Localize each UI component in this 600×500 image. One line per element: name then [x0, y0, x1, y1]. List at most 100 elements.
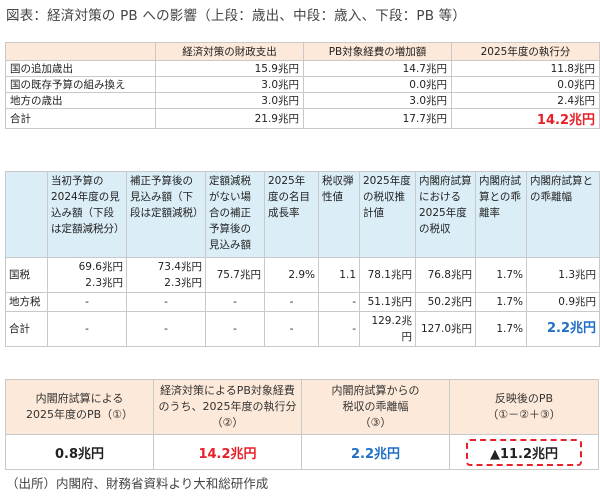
- header-cell: 内閣府試算との乖離幅: [526, 171, 600, 258]
- value-cell: -: [264, 311, 319, 347]
- header-line: のうち、2025年度の執行分: [158, 400, 297, 413]
- table-header-row: 内閣府試算による 2025年度のPB（①） 経済対策によるPB対象経費 のうち、…: [5, 379, 599, 435]
- header-cell: 当初予算の2024年度の見込み額（下段は定額減税分）: [47, 171, 127, 258]
- adjusted-pb-value: ▲11.2兆円: [465, 438, 583, 466]
- value-cell: 3.0兆円: [155, 92, 304, 109]
- row-label: 合計: [5, 311, 48, 347]
- row-label: 国の追加歳出: [5, 60, 156, 77]
- row-label: 地方税: [5, 292, 48, 312]
- header-cell: 反映後のPB （①－②＋③）: [449, 379, 599, 435]
- value-cell: -: [205, 311, 265, 347]
- total-deviation-value: 2.2兆円: [546, 321, 596, 336]
- value-cell: 129.2兆円: [359, 311, 416, 347]
- value-cell: -: [205, 292, 265, 312]
- source-note: （出所）内閣府、財務省資料より大和総研作成: [6, 476, 269, 491]
- header-cell: 2025年度の税収推計値: [359, 171, 416, 258]
- value-cell: 1.3兆円: [526, 257, 600, 293]
- value-cell: -: [126, 292, 206, 312]
- header-cell: 2025年度の執行分: [451, 42, 600, 61]
- header-cell: 補正予算後の見込み額（下段は定額減税）: [126, 171, 206, 258]
- header-cell: [5, 42, 156, 61]
- header-line: （③）: [359, 416, 392, 429]
- value-cell: -: [318, 292, 360, 312]
- header-cell: 経済対策の財政支出: [155, 42, 304, 61]
- header-line: 経済対策によるPB対象経費: [160, 384, 295, 397]
- value-cell: -: [264, 292, 319, 312]
- execution-value: 14.2兆円: [198, 446, 257, 462]
- value-cell: 2.9%: [264, 257, 319, 293]
- initial-estimate: 69.6兆円: [78, 261, 123, 273]
- deviation-value: 2.2兆円: [350, 446, 401, 462]
- total-execution-value: 14.2兆円: [536, 113, 595, 128]
- header-cell: 内閣府試算における2025年度の税収: [415, 171, 476, 258]
- revenue-table: 当初予算の2024年度の見込み額（下段は定額減税分） 補正予算後の見込み額（下段…: [5, 171, 600, 347]
- expenditure-table: 経済対策の財政支出 PB対象経費の増加額 2025年度の執行分 国の追加歳出 1…: [5, 42, 600, 129]
- header-cell: 税収弾性値: [318, 171, 360, 258]
- figure-title: 図表：経済対策の PB への影響（上段：歳出、中段：歳入、下段：PB 等）: [6, 8, 467, 24]
- header-cell: PB対象経費の増加額: [303, 42, 452, 61]
- header-cell: 内閣府試算との乖離率: [475, 171, 527, 258]
- value-cell: 21.9兆円: [155, 108, 304, 129]
- table-row: 国税 69.6兆円 2.3兆円 73.4兆円 2.3兆円 75.7兆円 2.9%…: [5, 257, 600, 293]
- value-cell: -: [318, 311, 360, 347]
- table-row: 地方税 - - - - - 51.1兆円 50.2兆円 1.7% 0.9兆円: [5, 292, 600, 312]
- value-cell: ▲11.2兆円: [449, 434, 599, 470]
- table-row: 0.8兆円 14.2兆円 2.2兆円 ▲11.2兆円: [5, 434, 599, 470]
- value-cell: 1.7%: [475, 311, 527, 347]
- highlight-value: 2.2兆円: [526, 311, 600, 347]
- header-line: 2025年度のPB（①）: [25, 408, 134, 421]
- table-row: 国の追加歳出 15.9兆円 14.7兆円 11.8兆円: [5, 60, 600, 77]
- value-cell: -: [47, 311, 127, 347]
- value-cell: 15.9兆円: [155, 60, 304, 77]
- row-label: 地方の歳出: [5, 92, 156, 109]
- value-cell: 73.4兆円 2.3兆円: [126, 257, 206, 293]
- value-cell: 3.0兆円: [303, 92, 452, 109]
- value-cell: -: [126, 311, 206, 347]
- value-cell: 0.8兆円: [5, 434, 154, 470]
- header-cell: 定額減税がない場合の補正予算後の見込み額: [205, 171, 265, 258]
- header-cell: [5, 171, 48, 258]
- header-line: 内閣府試算からの: [331, 384, 420, 397]
- value-cell: -: [47, 292, 127, 312]
- row-label: 国の既存予算の組み換え: [5, 76, 156, 93]
- table-row: 国の既存予算の組み換え 3.0兆円 0.0兆円 0.0兆円: [5, 76, 600, 93]
- pb-value: 0.8兆円: [54, 446, 105, 462]
- value-cell: 2.2兆円: [301, 434, 450, 470]
- table-row: 地方の歳出 3.0兆円 3.0兆円 2.4兆円: [5, 92, 600, 109]
- value-cell: 14.2兆円: [153, 434, 302, 470]
- value-cell: 1.7%: [475, 257, 527, 293]
- value-cell: 1.1: [318, 257, 360, 293]
- header-line: （②）: [211, 416, 244, 429]
- supplementary-estimate: 73.4兆円: [157, 261, 202, 273]
- value-cell: 0.9兆円: [526, 292, 600, 312]
- header-cell: 2025年度の名目成長率: [264, 171, 319, 258]
- header-cell: 内閣府試算による 2025年度のPB（①）: [5, 379, 154, 435]
- value-cell: 78.1兆円: [359, 257, 416, 293]
- header-line: 内閣府試算による: [35, 392, 124, 405]
- value-cell: 76.8兆円: [415, 257, 476, 293]
- value-cell: 3.0兆円: [155, 76, 304, 93]
- header-line: （①－②＋③）: [487, 408, 561, 421]
- header-line: 税収の乖離幅: [342, 400, 409, 413]
- table-header-row: 当初予算の2024年度の見込み額（下段は定額減税分） 補正予算後の見込み額（下段…: [5, 171, 600, 258]
- value-cell: 11.8兆円: [451, 60, 600, 77]
- row-label: 合計: [5, 108, 156, 129]
- header-cell: 内閣府試算からの 税収の乖離幅 （③）: [301, 379, 450, 435]
- value-cell: 14.7兆円: [303, 60, 452, 77]
- header-cell: 経済対策によるPB対象経費 のうち、2025年度の執行分 （②）: [153, 379, 302, 435]
- value-cell: 75.7兆円: [205, 257, 265, 293]
- value-cell: 127.0兆円: [415, 311, 476, 347]
- total-row: 合計 - - - - - 129.2兆円 127.0兆円 1.7% 2.2兆円: [5, 311, 600, 347]
- flat-tax-cut-amount: 2.3兆円: [85, 277, 123, 289]
- value-cell: 1.7%: [475, 292, 527, 312]
- table-header-row: 経済対策の財政支出 PB対象経費の増加額 2025年度の執行分: [5, 42, 600, 61]
- row-label: 国税: [5, 257, 48, 293]
- total-row: 合計 21.9兆円 17.7兆円 14.2兆円: [5, 108, 600, 129]
- value-cell: 51.1兆円: [359, 292, 416, 312]
- header-line: 反映後のPB: [494, 392, 554, 405]
- value-cell: 0.0兆円: [303, 76, 452, 93]
- flat-tax-cut-amount: 2.3兆円: [164, 277, 202, 289]
- value-cell: 2.4兆円: [451, 92, 600, 109]
- pb-table: 内閣府試算による 2025年度のPB（①） 経済対策によるPB対象経費 のうち、…: [5, 379, 599, 470]
- value-cell: 69.6兆円 2.3兆円: [47, 257, 127, 293]
